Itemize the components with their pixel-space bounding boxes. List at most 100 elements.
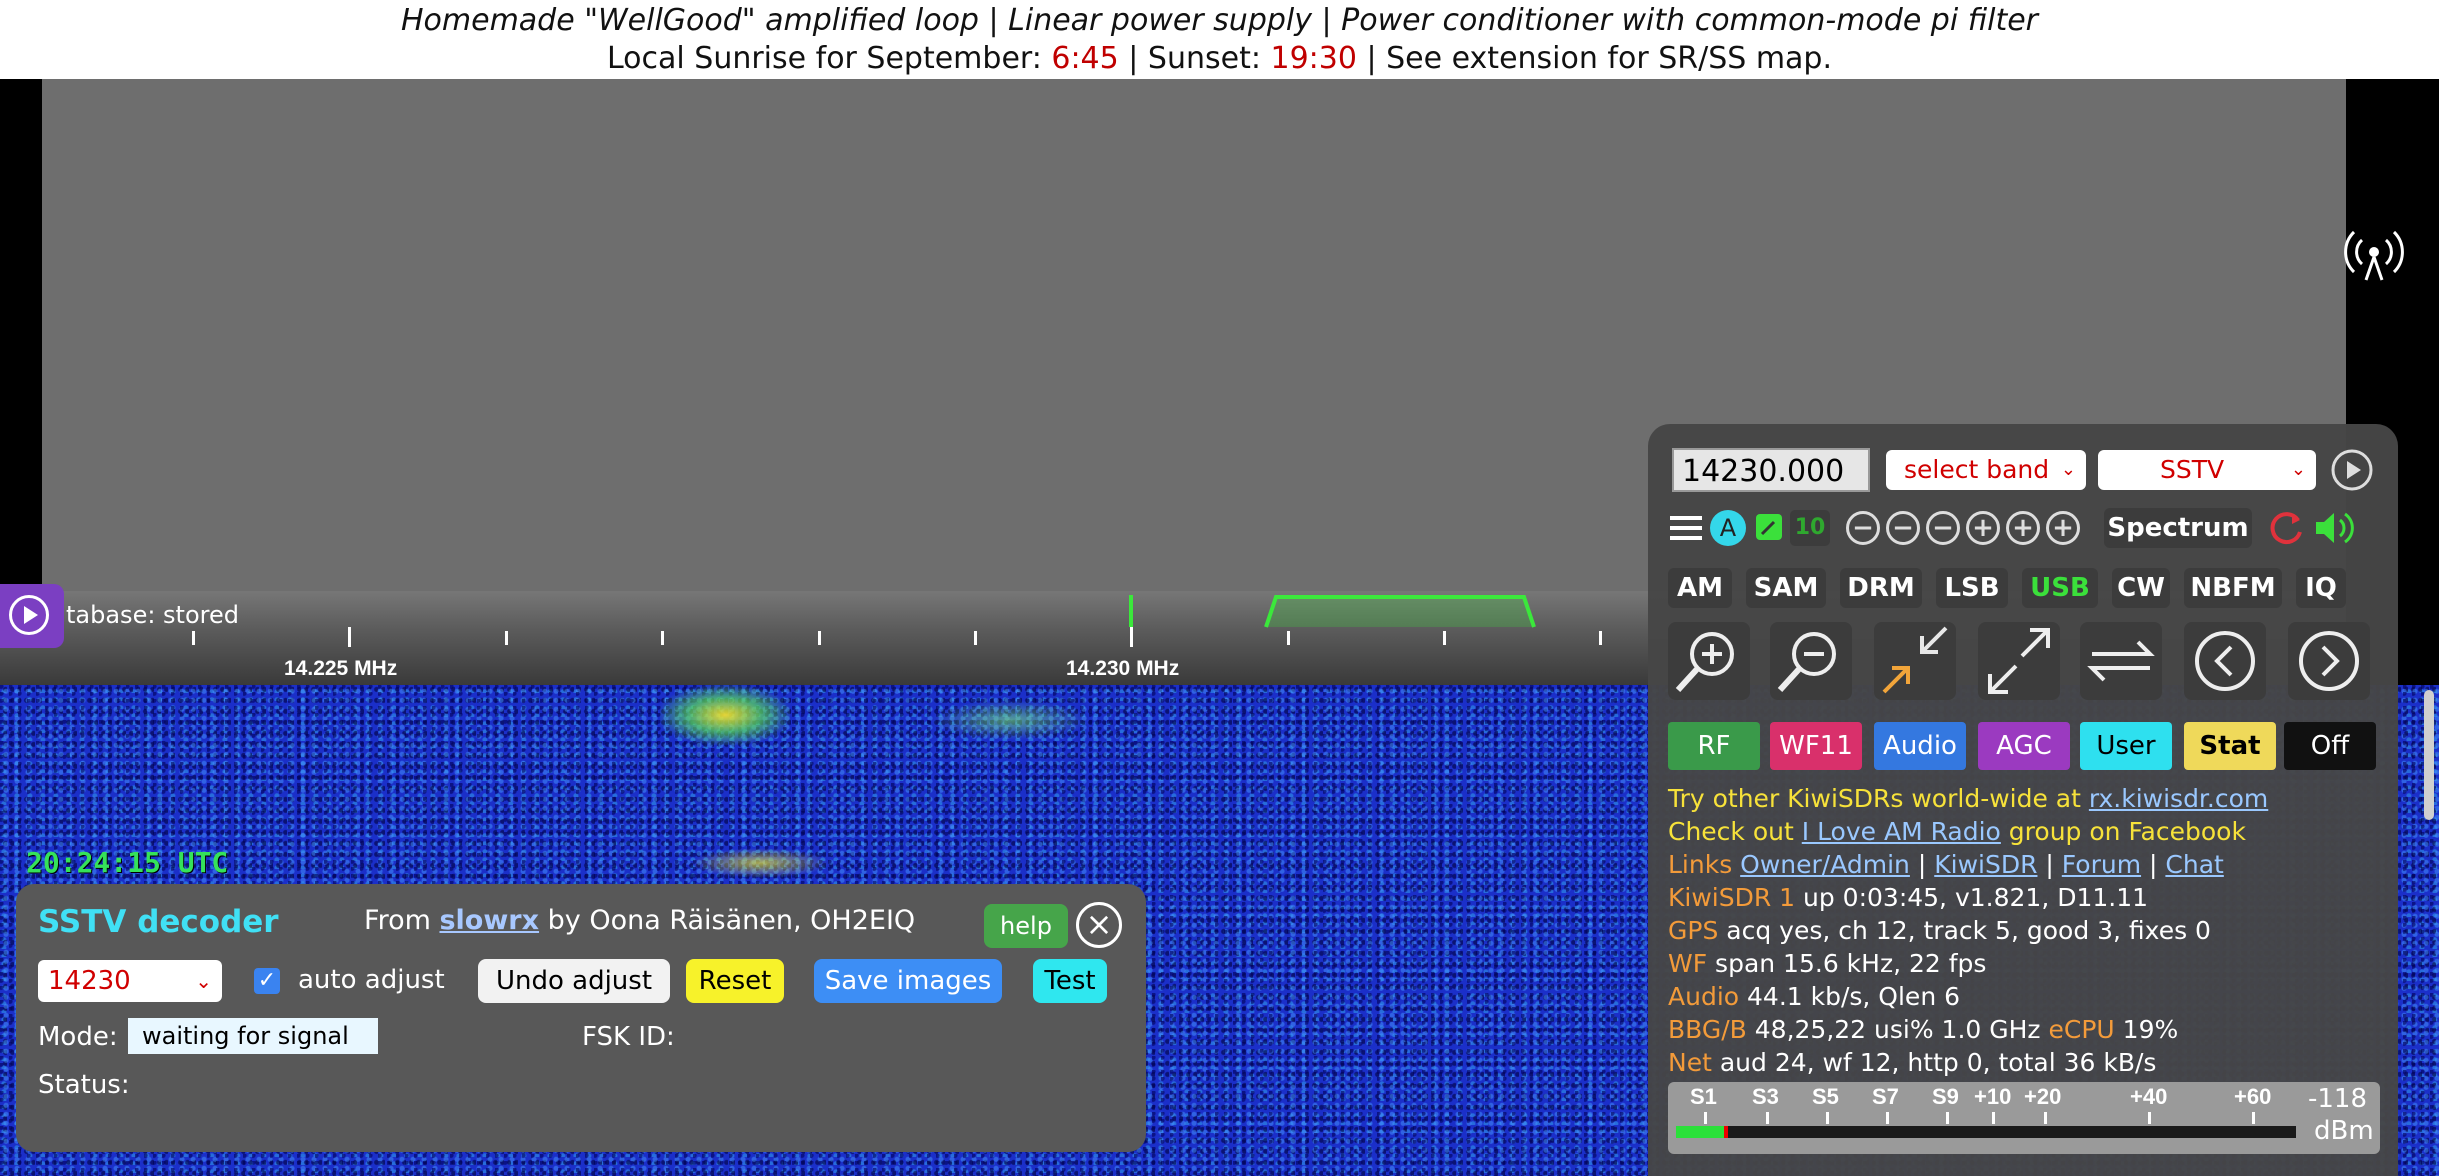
scale-tick [818, 631, 821, 645]
band-select[interactable]: select band ⌄ [1886, 450, 2086, 490]
vfo-a-button[interactable]: A [1710, 510, 1746, 546]
signal-dbm-value: -118 [2308, 1084, 2368, 1114]
scale-tick [192, 631, 195, 645]
plus-icon[interactable]: + [1966, 511, 2000, 545]
info-check-line: Check out I Love AM Radio group on Faceb… [1668, 817, 2246, 846]
minus-icon[interactable]: − [1886, 511, 1920, 545]
chevron-down-icon: ⌄ [195, 969, 212, 993]
zoom-out-icon[interactable] [1770, 622, 1852, 700]
info-uptime: KiwiSDR 1 up 0:03:45, v1.821, D11.11 [1668, 883, 2149, 912]
play-button[interactable] [0, 584, 64, 648]
station-info-header: Homemade "WellGood" amplified loop | Lin… [0, 0, 2439, 79]
help-button[interactable]: help [984, 904, 1068, 948]
auto-adjust-label: auto adjust [298, 965, 445, 995]
forum-link[interactable]: Forum [2062, 850, 2141, 879]
page-right-icon[interactable] [2288, 622, 2370, 700]
info-try-line: Try other KiwiSDRs world-wide at rx.kiwi… [1668, 784, 2269, 813]
signal-trace [690, 848, 830, 878]
info-gps: GPS acq yes, ch 12, track 5, good 3, fix… [1668, 916, 2211, 945]
mode-nbfm-button[interactable]: NBFM [2184, 568, 2282, 608]
s-meter-bar [1676, 1126, 2296, 1138]
mode-iq-button[interactable]: IQ [2296, 568, 2346, 608]
plus-icon[interactable]: + [2046, 511, 2080, 545]
speaker-icon[interactable] [2312, 508, 2358, 548]
info-links-line: Links Owner/Admin | KiwiSDR | Forum | Ch… [1668, 850, 2224, 879]
scale-tick [1599, 631, 1602, 645]
frequency-input[interactable]: 14230.000 [1672, 448, 1870, 492]
signal-trace [930, 700, 1090, 740]
info-bbg: BBG/B 48,25,22 usi% 1.0 GHz eCPU 19% [1668, 1015, 2179, 1044]
zoom-max-out-icon[interactable] [1978, 622, 2060, 700]
mode-label: Mode: [38, 1022, 118, 1052]
minus-icon[interactable]: − [1846, 511, 1880, 545]
scale-label: 14.230 MHz [1066, 657, 1180, 680]
passband-marker[interactable] [1120, 591, 1550, 631]
utc-clock: 20:24:15 UTC [26, 846, 229, 879]
page-left-icon[interactable] [2184, 622, 2266, 700]
zoom-to-band-icon[interactable] [1874, 622, 1956, 700]
menu-icon[interactable] [1668, 510, 1704, 546]
chevron-down-icon: ⌄ [2060, 459, 2076, 480]
owner-admin-link[interactable]: Owner/Admin [1740, 850, 1910, 879]
edit-icon[interactable] [1754, 512, 1784, 542]
sunrise-sunset-line: Local Sunrise for September: 6:45 | Suns… [606, 41, 1833, 76]
spectrum-button[interactable]: Spectrum [2104, 508, 2252, 548]
mode-sam-button[interactable]: SAM [1746, 568, 1826, 608]
scale-tick [974, 631, 977, 645]
auto-adjust-checkbox[interactable]: ✓ [254, 968, 280, 994]
facebook-group-link[interactable]: I Love AM Radio [1802, 817, 2001, 846]
scale-tick [348, 627, 351, 647]
left-margin [0, 79, 42, 591]
info-net: Net aud 24, wf 12, http 0, total 36 kB/s [1668, 1048, 2157, 1077]
plus-icon[interactable]: + [2006, 511, 2040, 545]
mode-lsb-button[interactable]: LSB [1936, 568, 2008, 608]
step-button[interactable]: 10 [1790, 510, 1830, 546]
signal-dbm-unit: dBm [2314, 1116, 2374, 1146]
control-panel: 14230.000 select band ⌄ SSTV ⌄ A 10 − − − … [1648, 424, 2398, 1176]
sunset-time: 19:30 [1270, 41, 1357, 76]
chat-link[interactable]: Chat [2165, 850, 2223, 879]
mode-value: waiting for signal [128, 1018, 378, 1054]
refresh-icon[interactable] [2266, 508, 2306, 548]
station-description: Homemade "WellGood" amplified loop | Lin… [400, 3, 2038, 38]
tab-off[interactable]: Off [2284, 722, 2376, 770]
close-icon[interactable]: × [1076, 902, 1122, 948]
swap-icon[interactable] [2080, 622, 2162, 700]
sstv-decoder-panel: SSTV decoder From slowrx by Oona Räisäne… [16, 884, 1146, 1152]
mode-drm-button[interactable]: DRM [1840, 568, 1922, 608]
minus-icon[interactable]: − [1926, 511, 1960, 545]
chevron-down-icon: ⌄ [2290, 459, 2306, 480]
kiwisdr-map-link[interactable]: rx.kiwisdr.com [2089, 784, 2268, 813]
mode-usb-button[interactable]: USB [2022, 568, 2098, 608]
undo-adjust-button[interactable]: Undo adjust [478, 959, 670, 1003]
tab-rf[interactable]: RF [1668, 722, 1760, 770]
fsk-id-label: FSK ID: [582, 1022, 675, 1052]
play-icon[interactable] [2330, 448, 2374, 492]
slowrx-link[interactable]: slowrx [439, 905, 539, 936]
scrollbar[interactable] [2424, 690, 2434, 820]
tab-agc[interactable]: AGC [1978, 722, 2070, 770]
scale-tick [1443, 631, 1446, 645]
sunrise-time: 6:45 [1051, 41, 1119, 76]
save-images-button[interactable]: Save images [814, 959, 1002, 1003]
s-meter-peak [1724, 1126, 1728, 1138]
scale-tick [661, 631, 664, 645]
test-button[interactable]: Test [1033, 959, 1107, 1003]
extension-select[interactable]: SSTV ⌄ [2098, 450, 2316, 490]
reset-button[interactable]: Reset [686, 959, 784, 1003]
mode-am-button[interactable]: AM [1668, 568, 1732, 608]
tab-audio[interactable]: Audio [1874, 722, 1966, 770]
kiwisdr-link[interactable]: KiwiSDR [1934, 850, 2037, 879]
scale-tick [505, 631, 508, 645]
s-meter-level [1676, 1126, 1724, 1138]
zoom-in-icon[interactable] [1668, 622, 1750, 700]
tab-stat[interactable]: Stat [2184, 722, 2276, 770]
status-label: Status: [38, 1070, 130, 1100]
credits: From slowrx by Oona Räisänen, OH2EIQ [364, 905, 916, 936]
s-meter: S1 S3 S5 S7 S9 +10 +20 +40 +60 -118 dBm [1668, 1082, 2380, 1154]
mode-cw-button[interactable]: CW [2112, 568, 2170, 608]
frequency-select[interactable]: 14230 ⌄ [38, 960, 222, 1002]
tab-user[interactable]: User [2080, 722, 2172, 770]
tab-wf[interactable]: WF11 [1770, 722, 1862, 770]
antenna-icon[interactable] [2344, 224, 2404, 284]
